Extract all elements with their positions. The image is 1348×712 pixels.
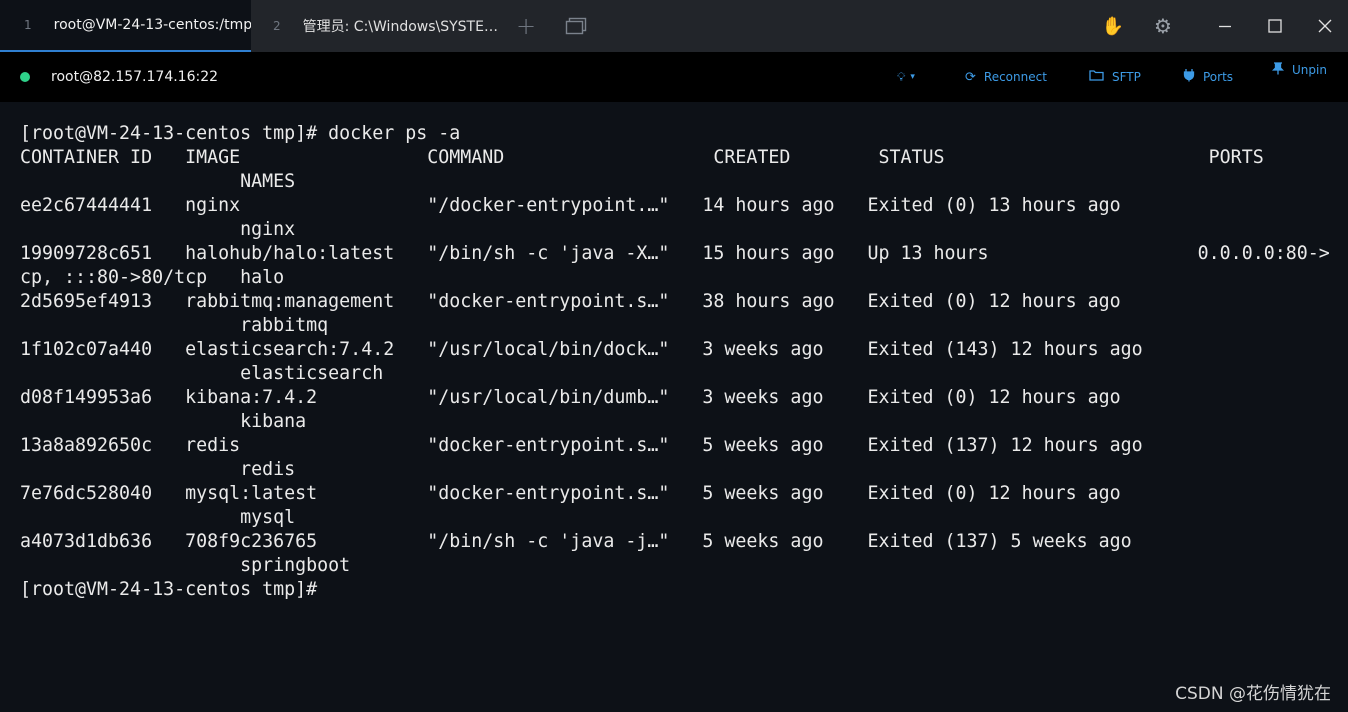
terminal-line: 1f102c07a440 elasticsearch:7.4.2 "/usr/l… bbox=[20, 339, 1143, 360]
ports-button[interactable]: Ports bbox=[1183, 52, 1233, 102]
reconnect-label: Reconnect bbox=[983, 70, 1047, 84]
refresh-icon: ⟳ bbox=[965, 69, 976, 85]
tab-bar: 1 root@VM-24-13-centos:/tmp 2 管理员: C:\Wi… bbox=[0, 0, 1348, 52]
tab-title: root@VM-24-13-centos:/tmp bbox=[53, 17, 251, 33]
plug-icon bbox=[1183, 68, 1195, 86]
terminal-line: d08f149953a6 kibana:7.4.2 "/usr/local/bi… bbox=[20, 387, 1121, 408]
terminal-line: NAMES bbox=[20, 171, 296, 192]
unpin-button[interactable]: Unpin bbox=[1271, 45, 1327, 95]
terminal-line: [root@VM-24-13-centos tmp]# docker ps -a bbox=[20, 123, 461, 144]
tab-title: 管理员: C:\Windows\SYSTE… bbox=[302, 19, 498, 35]
reconnect-button[interactable]: ⟳ Reconnect bbox=[965, 52, 1047, 102]
plus-icon: + bbox=[515, 12, 537, 40]
session-bar: root@82.157.174.16:22 💡︎ ▾ ⟳ Reconnect S… bbox=[0, 52, 1348, 102]
terminal-line: nginx bbox=[20, 219, 296, 240]
chevron-down-icon: ▾ bbox=[910, 72, 915, 82]
terminal-line: redis bbox=[20, 459, 296, 480]
tab-session-2[interactable]: 2 管理员: C:\Windows\SYSTE… bbox=[252, 0, 500, 52]
close-icon bbox=[1318, 19, 1332, 33]
tab-number: 1 bbox=[24, 18, 32, 32]
unpin-label: Unpin bbox=[1292, 63, 1327, 77]
terminal-line: elasticsearch bbox=[20, 363, 384, 384]
tab-number: 2 bbox=[273, 19, 281, 33]
drag-hand-button[interactable]: ✋ bbox=[1100, 0, 1126, 52]
suggestions-dropdown[interactable]: 💡︎ ▾ bbox=[897, 52, 915, 102]
terminal-line: 13a8a892650c redis "docker-entrypoint.s…… bbox=[20, 435, 1143, 456]
tabs-overview-icon bbox=[565, 17, 587, 35]
pin-icon bbox=[1271, 61, 1285, 79]
maximize-icon bbox=[1268, 19, 1282, 33]
terminal-line: cp, :::80->80/tcp halo bbox=[20, 267, 285, 288]
terminal-line: ee2c67444441 nginx "/docker-entrypoint.…… bbox=[20, 195, 1121, 216]
minimize-button[interactable] bbox=[1210, 0, 1240, 52]
new-tab-button[interactable]: + bbox=[512, 0, 540, 52]
ports-label: Ports bbox=[1203, 70, 1234, 84]
session-host: root@82.157.174.16:22 bbox=[51, 69, 219, 85]
minimize-icon bbox=[1219, 25, 1231, 28]
tab-session-1[interactable]: 1 root@VM-24-13-centos:/tmp bbox=[0, 0, 251, 52]
settings-button[interactable]: ⚙ bbox=[1150, 0, 1176, 52]
connection-status-dot bbox=[20, 72, 30, 82]
tab-overview-button[interactable] bbox=[562, 0, 590, 52]
hand-icon: ✋ bbox=[1101, 15, 1125, 37]
terminal-line: 19909728c651 halohub/halo:latest "/bin/s… bbox=[20, 243, 1330, 264]
watermark: CSDN @花伤情犹在 bbox=[1175, 684, 1331, 704]
terminal-line: CONTAINER ID IMAGE COMMAND CREATED STATU… bbox=[20, 147, 1264, 168]
sftp-button[interactable]: SFTP bbox=[1089, 52, 1141, 102]
gear-icon: ⚙ bbox=[1154, 14, 1172, 38]
terminal-line: 2d5695ef4913 rabbitmq:management "docker… bbox=[20, 291, 1121, 312]
terminal-line: rabbitmq bbox=[20, 315, 329, 336]
terminal-line: [root@VM-24-13-centos tmp]# bbox=[20, 579, 318, 600]
sftp-label: SFTP bbox=[1112, 70, 1141, 84]
terminal-line: kibana bbox=[20, 411, 307, 432]
terminal-line: 7e76dc528040 mysql:latest "docker-entryp… bbox=[20, 483, 1121, 504]
terminal-line: mysql bbox=[20, 507, 296, 528]
lightbulb-icon: 💡︎ bbox=[897, 69, 906, 84]
terminal-line: springboot bbox=[20, 555, 351, 576]
terminal-output[interactable]: [root@VM-24-13-centos tmp]# docker ps -a… bbox=[0, 102, 1348, 712]
terminal-line: a4073d1db636 708f9c236765 "/bin/sh -c 'j… bbox=[20, 531, 1132, 552]
folder-icon bbox=[1089, 69, 1104, 85]
